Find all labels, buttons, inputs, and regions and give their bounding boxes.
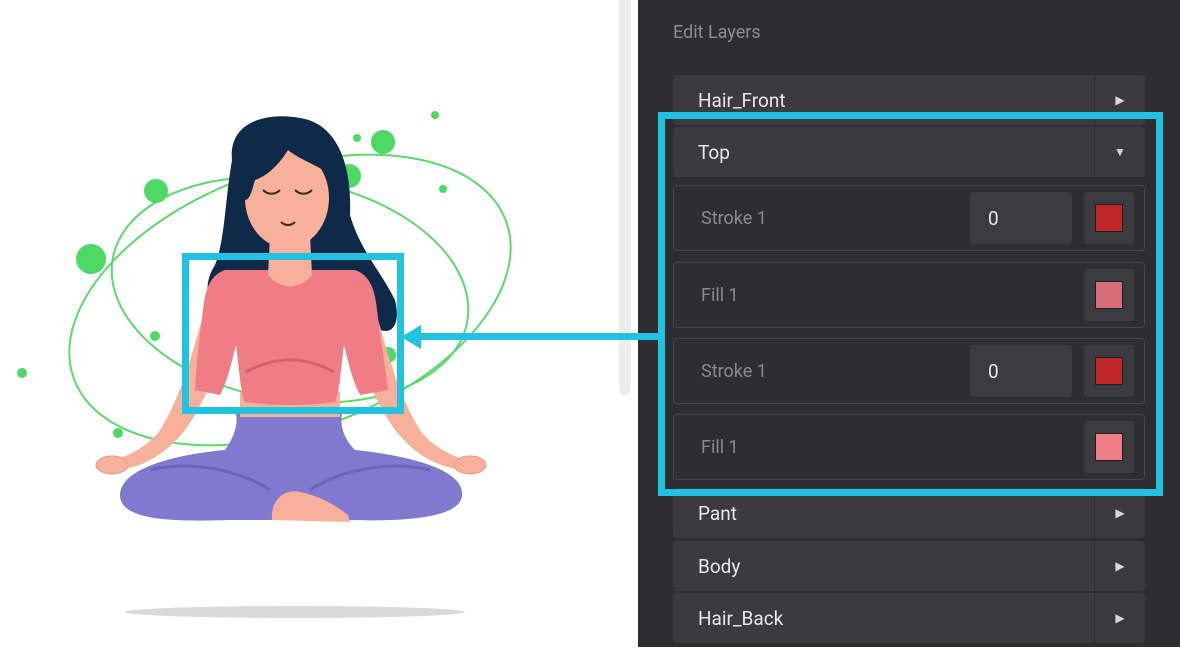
green-dot (439, 185, 447, 193)
expand-arrow-icon[interactable]: ▶ (1094, 541, 1145, 591)
green-dot (353, 134, 361, 142)
layer-name: Hair_Front (698, 88, 786, 112)
layer-name: Pant (698, 501, 737, 525)
panel-title: Edit Layers (673, 22, 761, 43)
green-dot (150, 331, 160, 341)
layer-row-body[interactable]: Body ▶ (673, 541, 1145, 591)
left-hand (95, 455, 129, 475)
expand-arrow-icon[interactable]: ▶ (1094, 593, 1145, 643)
green-dot (113, 428, 123, 438)
green-dot (76, 244, 106, 274)
ground-shadow (125, 606, 465, 618)
right-hand (453, 455, 487, 475)
layer-name: Hair_Back (698, 606, 784, 630)
green-dot (17, 368, 27, 378)
panel-highlight-box (658, 112, 1163, 496)
highlight-arrow-line (420, 333, 660, 340)
layer-row-hair-back[interactable]: Hair_Back ▶ (673, 593, 1145, 643)
green-dot (144, 179, 168, 203)
highlight-arrow-head-icon (401, 325, 421, 349)
layer-name: Body (698, 554, 741, 578)
green-dot (431, 111, 439, 119)
shirt-highlight-box (182, 253, 404, 414)
green-dot (371, 130, 395, 154)
